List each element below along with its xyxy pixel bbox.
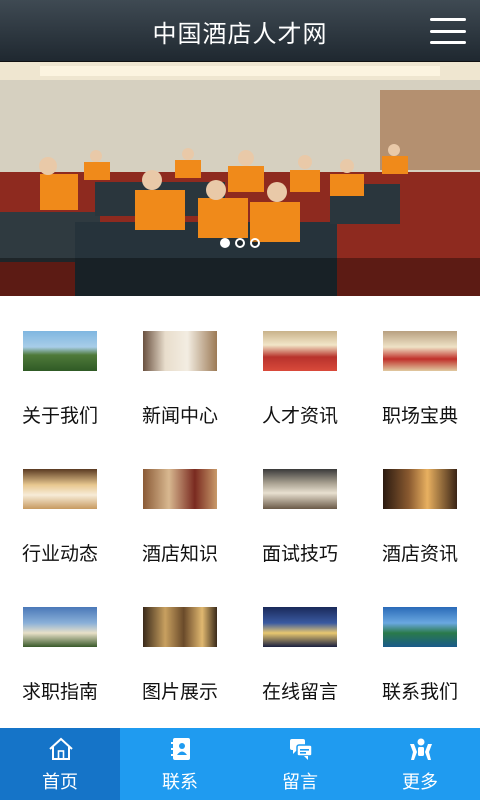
coast-thumbnail — [383, 607, 457, 647]
grid-item-career-guide[interactable]: 职场宝典 — [360, 296, 480, 434]
carousel-dot[interactable] — [220, 238, 230, 248]
grid-item-hotel-knowledge[interactable]: 酒店知识 — [120, 434, 240, 572]
tab-contact[interactable]: 联系 — [120, 728, 240, 800]
carousel-dot[interactable] — [235, 238, 245, 248]
tab-more[interactable]: 更多 — [360, 728, 480, 800]
grid-item-news-center[interactable]: 新闻中心 — [120, 296, 240, 434]
resort-thumbnail — [23, 331, 97, 371]
grid-item-online-message[interactable]: 在线留言 — [240, 572, 360, 710]
tab-label: 首页 — [42, 772, 78, 793]
hall-thumbnail — [383, 331, 457, 371]
menu-grid: 关于我们 新闻中心 人才资讯 职场宝典 行业动态 酒店知识 面试技巧 酒店资讯 … — [0, 296, 480, 728]
carousel-dot[interactable] — [250, 238, 260, 248]
grid-item-job-guide[interactable]: 求职指南 — [0, 572, 120, 710]
carousel-indicators — [0, 238, 480, 248]
grid-item-label: 图片展示 — [141, 681, 218, 703]
grid-item-label: 酒店知识 — [141, 543, 218, 565]
grid-item-photo-gallery[interactable]: 图片展示 — [120, 572, 240, 710]
grid-item-talent-news[interactable]: 人才资讯 — [240, 296, 360, 434]
lobby-thumbnail — [383, 469, 457, 509]
grid-item-hotel-news[interactable]: 酒店资讯 — [360, 434, 480, 572]
more-icon — [410, 738, 432, 760]
tab-label: 留言 — [282, 772, 318, 793]
home-icon — [49, 737, 73, 760]
grid-item-label: 关于我们 — [21, 405, 98, 427]
restaurant-thumbnail — [263, 469, 337, 509]
tab-home[interactable]: 首页 — [0, 728, 120, 800]
page-title: 中国酒店人才网 — [152, 20, 328, 48]
grid-item-label: 面试技巧 — [261, 543, 338, 565]
grid-item-label: 联系我们 — [381, 681, 458, 703]
grid-item-label: 人才资讯 — [261, 405, 338, 427]
contacts-icon — [171, 738, 190, 760]
room-thumbnail — [143, 469, 217, 509]
corridor-thumbnail — [143, 607, 217, 647]
exterior-thumbnail — [23, 607, 97, 647]
grid-item-about-us[interactable]: 关于我们 — [0, 296, 120, 434]
tab-label: 更多 — [402, 772, 438, 793]
tab-message[interactable]: 留言 — [240, 728, 360, 800]
tab-label: 联系 — [162, 772, 198, 793]
grid-item-contact-us[interactable]: 联系我们 — [360, 572, 480, 710]
grid-item-interview-tips[interactable]: 面试技巧 — [240, 434, 360, 572]
dining-thumbnail — [23, 469, 97, 509]
message-icon — [290, 739, 313, 760]
banquet-thumbnail — [263, 331, 337, 371]
grid-item-label: 新闻中心 — [141, 405, 218, 427]
banner-carousel[interactable] — [0, 62, 480, 296]
bottom-tab-bar: 首页 联系 留言 更多 — [0, 728, 480, 800]
grid-item-label: 职场宝典 — [381, 405, 458, 427]
app-header: 中国酒店人才网 — [0, 0, 480, 62]
banner-photo — [0, 62, 480, 296]
night-tower-thumbnail — [263, 607, 337, 647]
grid-item-label: 行业动态 — [21, 543, 98, 565]
grid-item-industry-trends[interactable]: 行业动态 — [0, 434, 120, 572]
grid-item-label: 酒店资讯 — [381, 543, 458, 565]
grid-item-label: 在线留言 — [261, 681, 338, 703]
menu-icon[interactable] — [430, 16, 466, 46]
grid-item-label: 求职指南 — [21, 681, 98, 703]
bedroom-thumbnail — [143, 331, 217, 371]
